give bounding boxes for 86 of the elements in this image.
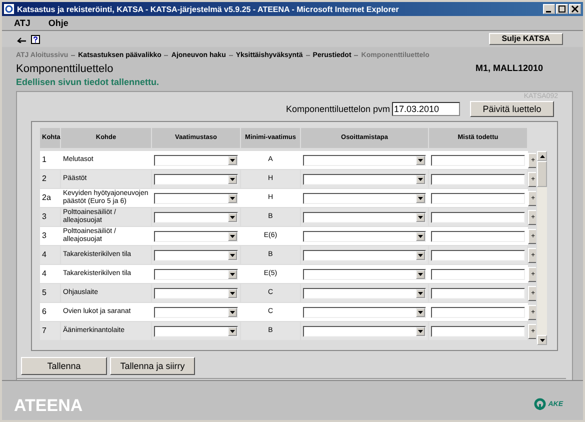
- text-field[interactable]: [431, 306, 525, 318]
- dropdown-arrow-icon: [418, 292, 423, 294]
- dropdown-arrow-icon: [230, 158, 235, 162]
- text-field[interactable]: [431, 174, 525, 184]
- dropdown[interactable]: [154, 326, 238, 336]
- dropdown-arrow-icon: [418, 310, 423, 314]
- browser-icon: [4, 4, 14, 14]
- close-icon: [571, 5, 579, 13]
- table-cell: 7: [40, 322, 60, 340]
- dropdown[interactable]: [154, 268, 238, 280]
- text-field[interactable]: [431, 326, 525, 336]
- table-cell: 5: [40, 284, 60, 302]
- text-field[interactable]: [431, 154, 525, 166]
- dropdown[interactable]: [303, 306, 426, 318]
- dropdown[interactable]: [303, 212, 426, 222]
- dropdown-arrow-icon: [418, 158, 423, 162]
- refresh-list-button[interactable]: Päivitä luettelo: [470, 101, 554, 117]
- back-arrow-icon[interactable]: [16, 35, 27, 43]
- table-cell: 3: [40, 208, 60, 226]
- dropdown[interactable]: [154, 212, 238, 222]
- table-cell: 4: [40, 246, 60, 264]
- dropdown[interactable]: [303, 250, 426, 260]
- dropdown[interactable]: [303, 288, 426, 298]
- dropdown-arrow-icon: [418, 254, 423, 256]
- breadcrumb-separator: [354, 55, 358, 56]
- close-app-button[interactable]: Sulje KATSA: [488, 33, 563, 45]
- scroll-up-icon: [540, 154, 544, 158]
- dropdown-arrow-icon: [230, 196, 235, 200]
- page-title: Komponenttiluettelo: [16, 63, 114, 75]
- dropdown-arrow-icon: [418, 330, 423, 332]
- status-message: Edellisen sivun tiedot tallennettu.: [15, 76, 160, 87]
- dropdown[interactable]: [303, 326, 426, 336]
- dropdown[interactable]: [154, 250, 238, 260]
- dropdown[interactable]: [303, 174, 426, 184]
- dropdown-arrow-icon: [230, 292, 235, 294]
- close-button[interactable]: [569, 4, 581, 14]
- date-label: Komponenttiluettelon pvm: [286, 104, 390, 114]
- dropdown[interactable]: [154, 174, 238, 184]
- minimize-button[interactable]: [543, 4, 555, 14]
- text-field[interactable]: [431, 250, 525, 260]
- text-field[interactable]: [431, 230, 525, 242]
- dropdown[interactable]: [154, 306, 238, 318]
- help-icon[interactable]: [31, 34, 40, 44]
- dropdown[interactable]: [303, 268, 426, 280]
- dropdown-arrow-icon: [230, 310, 235, 314]
- menu-item[interactable]: ATJ: [14, 18, 30, 28]
- dropdown-arrow-icon: [418, 234, 423, 238]
- save-button[interactable]: Tallenna ja siirry: [110, 357, 195, 375]
- maximize-icon: [558, 5, 566, 13]
- dropdown-arrow-icon: [418, 178, 423, 180]
- text-field[interactable]: [431, 192, 525, 204]
- breadcrumb-separator: [164, 55, 168, 56]
- table-cell: 2: [40, 170, 60, 188]
- dropdown[interactable]: [154, 230, 238, 242]
- text-field[interactable]: [431, 212, 525, 222]
- dropdown-arrow-icon: [230, 234, 235, 238]
- dropdown-arrow-icon: [230, 330, 235, 332]
- dropdown[interactable]: [154, 192, 238, 204]
- dropdown[interactable]: [303, 192, 426, 204]
- dropdown[interactable]: [303, 230, 426, 242]
- dropdown-arrow-icon: [230, 216, 235, 218]
- dropdown-arrow-icon: [418, 196, 423, 200]
- dropdown[interactable]: [154, 288, 238, 298]
- text-field[interactable]: [431, 268, 525, 280]
- brand-name: ATEENA: [14, 396, 83, 416]
- scrollbar[interactable]: [537, 151, 547, 345]
- breadcrumb-separator: [306, 55, 310, 56]
- dropdown-arrow-icon: [418, 216, 423, 218]
- dropdown-arrow-icon: [418, 272, 423, 276]
- breadcrumb-separator: [228, 55, 233, 56]
- scroll-down-icon: [540, 338, 544, 342]
- vehicle-id: M1, MALL12010: [475, 63, 543, 75]
- text-field[interactable]: [431, 288, 525, 298]
- maximize-button[interactable]: [556, 4, 568, 14]
- scroll-thumb[interactable]: [537, 161, 547, 187]
- date-input[interactable]: 17.03.2010: [392, 102, 460, 116]
- dropdown[interactable]: [154, 154, 238, 166]
- window-title: Katsastus ja rekisteröinti, KATSA - KATSA-järjestelmä v5.9.25 - ATEENA - Microsoft Internet Explorer: [17, 4, 400, 14]
- logo-icon: [534, 398, 548, 410]
- save-button[interactable]: Tallenna: [21, 357, 107, 375]
- dropdown-arrow-icon: [230, 254, 235, 256]
- dropdown-arrow-icon: [230, 272, 235, 276]
- dropdown-arrow-icon: [230, 178, 235, 180]
- breadcrumb-separator: [71, 55, 76, 56]
- dropdown[interactable]: [303, 154, 426, 166]
- menu-item[interactable]: Ohje: [48, 18, 68, 28]
